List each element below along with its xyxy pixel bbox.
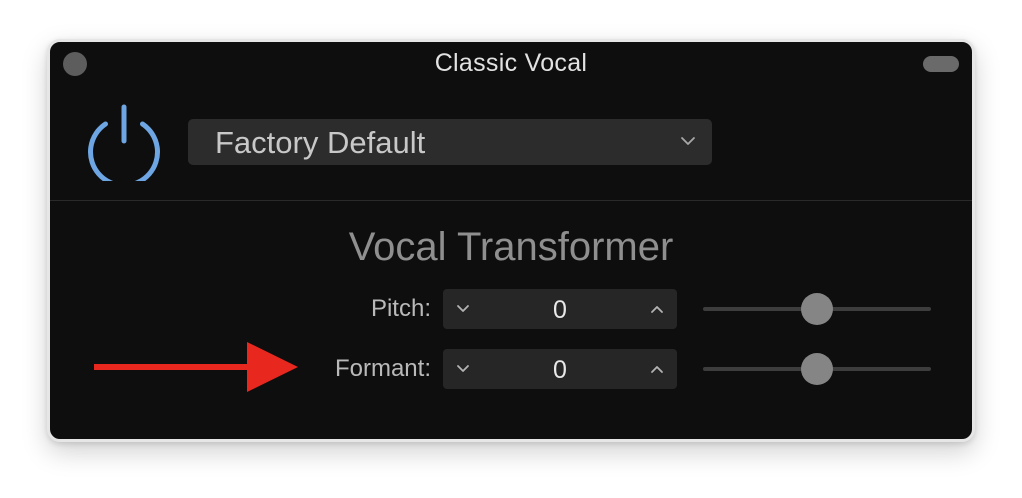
pitch-label: Pitch: xyxy=(370,295,431,322)
pitch-slider-thumb[interactable] xyxy=(801,293,833,325)
formant-slider[interactable] xyxy=(703,352,931,386)
pitch-decrement-icon[interactable] xyxy=(453,299,473,319)
pitch-slider[interactable] xyxy=(703,292,931,326)
formant-stepper: 0 xyxy=(443,349,677,389)
formant-decrement-icon[interactable] xyxy=(453,359,473,379)
window-title: Classic Vocal xyxy=(434,49,588,77)
annotation-arrow-icon xyxy=(94,342,298,392)
pitch-value[interactable]: 0 xyxy=(483,296,637,325)
header-divider xyxy=(50,200,972,201)
formant-increment-icon[interactable] xyxy=(647,359,667,379)
pitch-increment-icon[interactable] xyxy=(647,299,667,319)
power-icon[interactable] xyxy=(84,101,164,181)
formant-value[interactable]: 0 xyxy=(483,356,637,385)
plugin-title: Vocal Transformer xyxy=(348,225,674,269)
chevron-down-icon xyxy=(681,137,695,145)
preset-name: Factory Default xyxy=(215,125,426,160)
preset-dropdown[interactable]: Factory Default xyxy=(188,119,712,165)
pitch-stepper: 0 xyxy=(443,289,677,329)
formant-slider-thumb[interactable] xyxy=(801,353,833,385)
collapse-button[interactable] xyxy=(923,56,959,72)
